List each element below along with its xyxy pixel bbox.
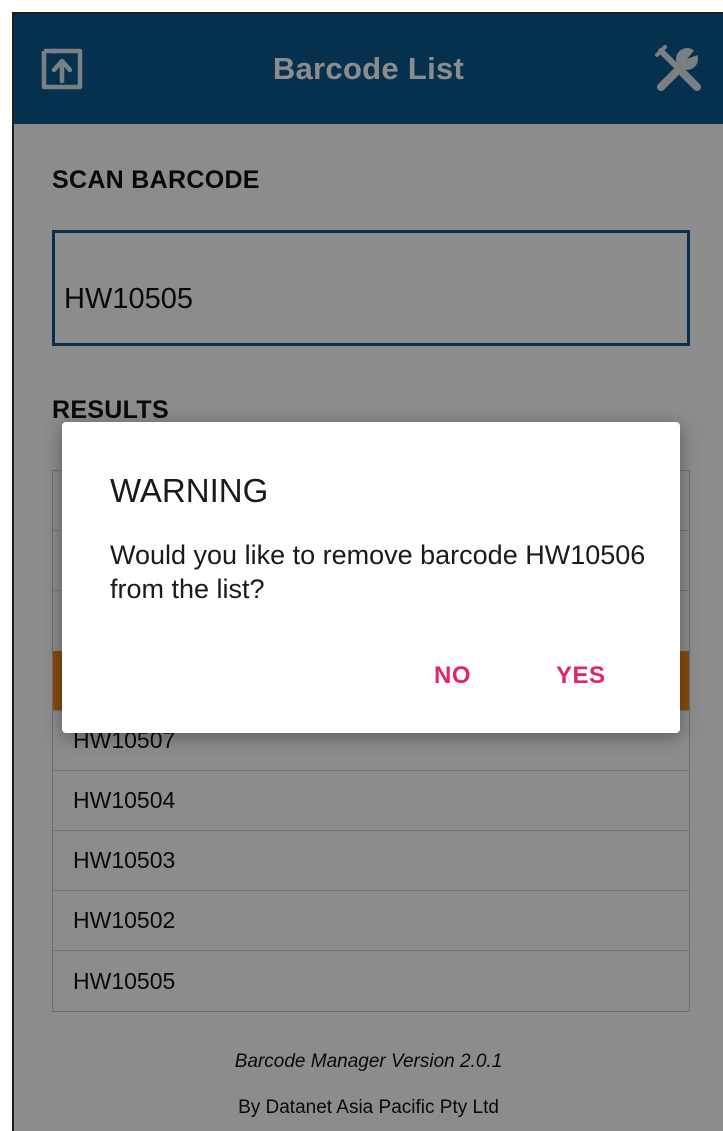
yes-button[interactable]: YES	[556, 662, 606, 690]
phone-screen: Barcode List SCAN BARCODE RESULTS HW1050…	[12, 12, 723, 1131]
dialog-title: WARNING	[110, 472, 269, 509]
warning-dialog: WARNING Would you like to remove barcode…	[62, 422, 680, 733]
dialog-message: Would you like to remove barcode HW10506…	[110, 540, 646, 604]
no-button[interactable]: NO	[434, 662, 471, 690]
